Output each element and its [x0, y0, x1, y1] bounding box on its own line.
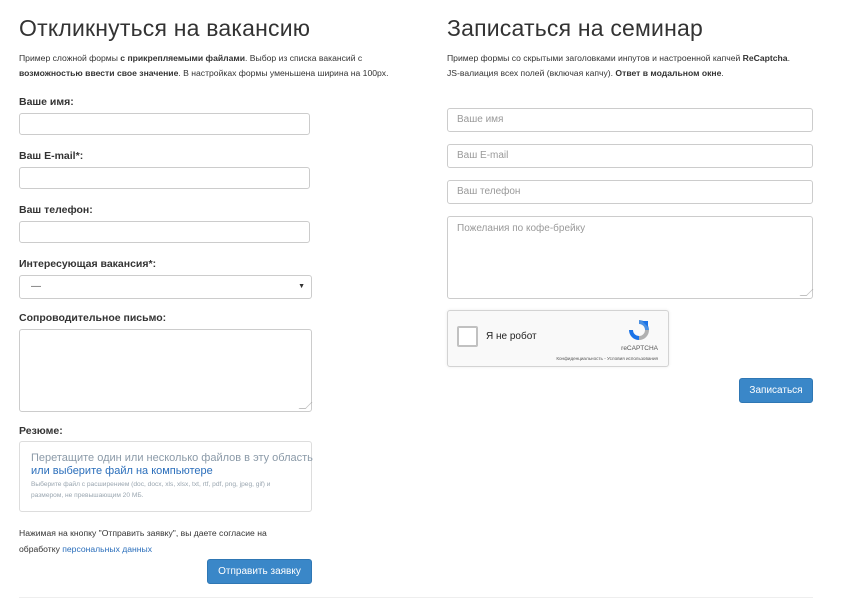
divider: [19, 597, 813, 598]
dropzone-hint: Выберите файл с расширением (doc, docx, …: [31, 481, 271, 499]
recaptcha-logo-icon: [629, 320, 649, 340]
desc-text: . В настройках формы уменьшена ширина на…: [178, 68, 389, 78]
seminar-phone-input[interactable]: Ваш телефон: [447, 180, 813, 204]
vacancy-select[interactable]: — ▼: [19, 275, 312, 299]
seminar-submit-button[interactable]: Записаться: [739, 378, 813, 403]
desc-bold: с прикрепляемыми файлами: [120, 53, 246, 63]
captcha-links[interactable]: Конфиденциальность - Условия использован…: [556, 356, 658, 361]
captcha-brand: reCAPTCHA: [621, 345, 658, 352]
submit-application-button[interactable]: Отправить заявку: [207, 559, 312, 584]
consent-text: Нажимая на кнопку "Отправить заявку", вы…: [19, 525, 267, 557]
choose-file-link[interactable]: или выберите файл на компьютере: [31, 465, 311, 477]
phone-input[interactable]: [19, 221, 310, 243]
seminar-form-description: Пример формы со скрытыми заголовками инп…: [447, 51, 790, 81]
desc-text: .: [787, 53, 790, 63]
name-label: Ваше имя:: [19, 96, 74, 108]
consent-line: Нажимая на кнопку "Отправить заявку", вы…: [19, 528, 267, 538]
cover-letter-label: Сопроводительное письмо:: [19, 312, 167, 324]
resume-dropzone[interactable]: Перетащите один или несколько файлов в э…: [19, 441, 313, 512]
vacancy-label: Интересующая вакансия*:: [19, 258, 157, 270]
captcha-label: Я не робот: [486, 331, 537, 342]
desc-bold: ReCaptcha: [742, 53, 788, 63]
seminar-email-input[interactable]: Ваш E-mail: [447, 144, 813, 168]
desc-text: .: [721, 68, 724, 78]
consent-line: обработку: [19, 544, 63, 554]
captcha-checkbox[interactable]: [457, 326, 478, 347]
coffee-wishes-textarea[interactable]: Пожелания по кофе-брейку: [447, 216, 814, 299]
desc-text: . Выбор из списка вакансий с: [245, 53, 363, 63]
personal-data-link[interactable]: персональных данных: [62, 544, 152, 554]
seminar-form-title: Записаться на семинар: [447, 15, 703, 41]
desc-text: Пример формы со скрытыми заголовками инп…: [447, 53, 743, 63]
desc-bold: возможностью ввести свое значение: [19, 68, 179, 78]
dropzone-text: Перетащите один или несколько файлов в э…: [31, 452, 313, 464]
desc-text: Пример сложной формы: [19, 53, 121, 63]
resume-label: Резюме:: [19, 425, 63, 437]
resize-handle-icon[interactable]: [298, 402, 313, 409]
email-label: Ваш E-mail*:: [19, 150, 84, 162]
chevron-down-icon: ▼: [298, 283, 305, 290]
seminar-name-input[interactable]: Ваше имя: [447, 108, 813, 132]
name-input[interactable]: [19, 113, 310, 135]
cover-letter-textarea[interactable]: [19, 329, 313, 412]
email-input[interactable]: [19, 167, 310, 189]
vacancy-select-value: —: [31, 281, 41, 292]
job-form-title: Откликнуться на вакансию: [19, 15, 311, 41]
coffee-wishes-placeholder: Пожелания по кофе-брейку: [457, 223, 586, 234]
phone-label: Ваш телефон:: [19, 204, 93, 216]
desc-text: JS-валиация всех полей (включая капчу).: [447, 68, 616, 78]
job-form-description: Пример сложной формы с прикрепляемыми фа…: [19, 51, 389, 81]
resize-handle-icon[interactable]: [799, 289, 814, 296]
recaptcha-widget: Я не робот reCAPTCHA Конфиденциальность …: [447, 310, 669, 367]
desc-bold: Ответ в модальном окне: [615, 68, 722, 78]
